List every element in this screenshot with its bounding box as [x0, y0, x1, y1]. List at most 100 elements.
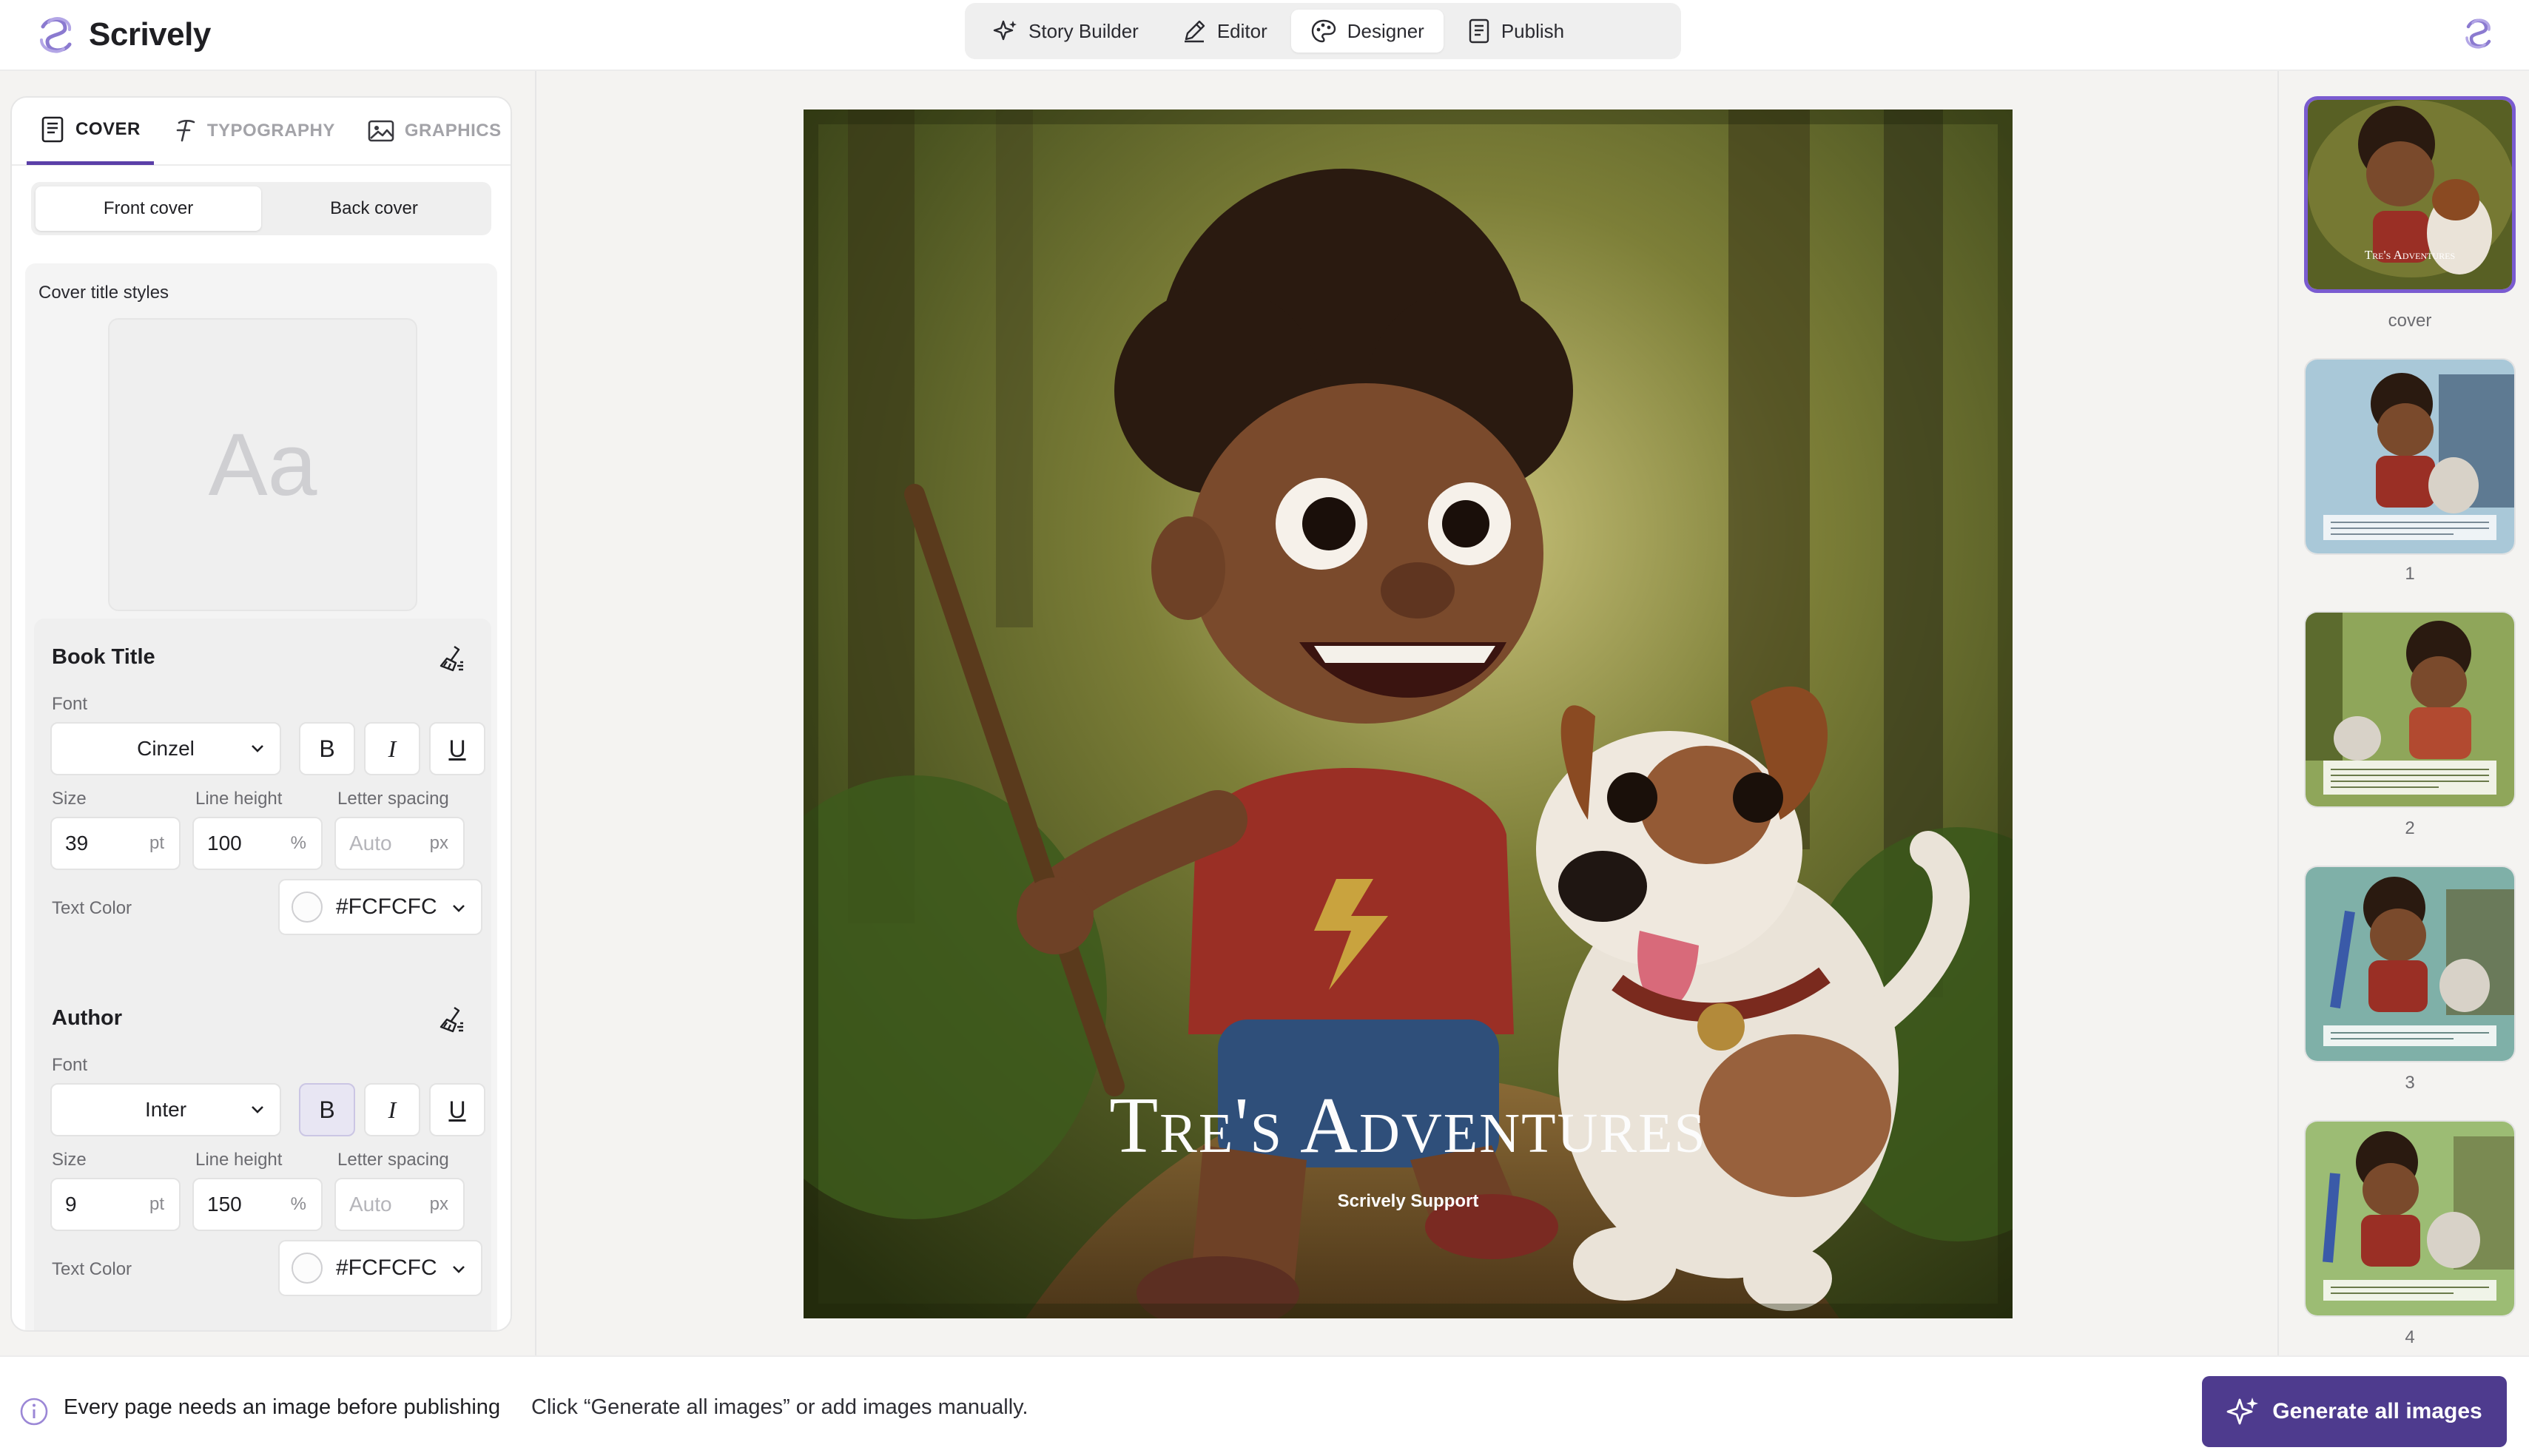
app-logo[interactable]: Scrively [33, 9, 211, 61]
size-label: Size [52, 1150, 87, 1170]
color-swatch [292, 892, 323, 923]
size-unit: pt [149, 1194, 164, 1214]
thumb-image [2306, 1122, 2514, 1315]
size-label: Size [52, 789, 87, 809]
letter-spacing-placeholder: Auto [349, 832, 392, 855]
letter-spacing-placeholder: Auto [349, 1193, 392, 1216]
back-cover-button[interactable]: Back cover [261, 186, 487, 231]
line-height-unit: % [290, 1194, 306, 1214]
cover-author[interactable]: Scrively Support [804, 1191, 2013, 1212]
font-select[interactable]: Inter [50, 1083, 281, 1136]
letter-spacing-input[interactable]: Auto px [334, 817, 465, 870]
page-label: 1 [2405, 564, 2415, 584]
author-heading: Author [52, 1006, 123, 1030]
italic-glyph: I [388, 735, 397, 762]
page-thumb-4[interactable] [2304, 1120, 2516, 1317]
line-height-unit: % [290, 833, 306, 853]
page-label: 3 [2405, 1073, 2415, 1093]
italic-button[interactable]: I [364, 1083, 420, 1136]
underline-glyph: U [448, 1096, 466, 1123]
chevron-down-icon [252, 1106, 263, 1113]
cover-title[interactable]: Tre's Adventures [804, 1080, 2013, 1172]
chevron-down-icon [453, 1266, 465, 1273]
app-name: Scrively [89, 16, 211, 53]
document-icon [1469, 18, 1489, 44]
generate-button-label: Generate all images [2272, 1399, 2482, 1423]
bottom-notice-bar: Every page needs an image before publish… [0, 1355, 2529, 1456]
author-card: Author Font Inter B I U Size Line height… [34, 980, 491, 1330]
thumb-image [2306, 613, 2514, 806]
tab-typography[interactable]: TYPOGRAPHY [160, 98, 348, 165]
thumb-cover-title: Tre's Adventures [2364, 248, 2456, 262]
color-swatch [292, 1253, 323, 1284]
font-select[interactable]: Cinzel [50, 722, 281, 775]
letter-spacing-label: Letter spacing [337, 1150, 449, 1170]
section-label: Cover title styles [38, 283, 169, 303]
nav-story-builder[interactable]: Story Builder [974, 10, 1158, 53]
nav-label: Publish [1501, 19, 1565, 42]
cover-side-toggle: Front cover Back cover [31, 182, 491, 235]
underline-button[interactable]: U [429, 1083, 485, 1136]
nav-publish[interactable]: Publish [1448, 10, 1583, 53]
cover-canvas[interactable]: Tre's Adventures Scrively Support [804, 109, 2013, 1318]
left-divider [535, 71, 536, 1355]
line-height-label: Line height [195, 789, 283, 809]
right-divider [2277, 71, 2279, 1355]
sparkle-icon [993, 20, 1017, 41]
size-value: 9 [65, 1193, 77, 1216]
page-thumb-3[interactable] [2304, 866, 2516, 1062]
line-height-label: Line height [195, 1150, 283, 1170]
main-nav: Story Builder Editor Designer Publish [965, 3, 1681, 59]
tab-label: TYPOGRAPHY [206, 121, 335, 141]
bold-button[interactable]: B [299, 1083, 355, 1136]
color-value: #FCFCFC [336, 1256, 437, 1280]
size-input[interactable]: 9 pt [50, 1178, 181, 1231]
tab-label: GRAPHICS [404, 121, 502, 141]
tab-graphics[interactable]: GRAPHICS [354, 98, 511, 165]
color-value: #FCFCFC [336, 894, 437, 919]
info-icon [20, 1398, 48, 1426]
text-color-picker[interactable]: #FCFCFC [278, 879, 482, 935]
cover-icon [41, 116, 64, 142]
book-title-heading: Book Title [52, 645, 155, 669]
scrively-mark-icon[interactable] [2459, 15, 2496, 52]
letter-spacing-input[interactable]: Auto px [334, 1178, 465, 1231]
underline-button[interactable]: U [429, 722, 485, 775]
nav-designer[interactable]: Designer [1290, 10, 1444, 53]
nav-label: Designer [1347, 19, 1424, 42]
bold-glyph: B [319, 1096, 335, 1123]
font-label: Font [52, 694, 88, 714]
palette-icon [1311, 19, 1336, 43]
line-height-input[interactable]: 100 % [192, 817, 323, 870]
font-value: Cinzel [137, 737, 195, 760]
clear-style-icon[interactable] [437, 1005, 466, 1034]
tab-label: COVER [75, 118, 141, 139]
size-input[interactable]: 39 pt [50, 817, 181, 870]
line-height-input[interactable]: 150 % [192, 1178, 323, 1231]
text-color-label: Text Color [52, 1259, 132, 1279]
page-label: 2 [2405, 818, 2415, 838]
text-color-picker[interactable]: #FCFCFC [278, 1240, 482, 1296]
italic-button[interactable]: I [364, 722, 420, 775]
front-cover-button[interactable]: Front cover [36, 186, 261, 231]
bold-glyph: B [319, 735, 335, 762]
nav-label: Editor [1216, 19, 1267, 42]
typography-icon [176, 119, 195, 142]
font-preview: Aa [108, 318, 417, 611]
notice-message: Every page needs an image before publish… [64, 1395, 501, 1419]
tab-cover[interactable]: COVER [27, 98, 154, 165]
letter-spacing-unit: px [429, 1194, 448, 1214]
bold-button[interactable]: B [299, 722, 355, 775]
top-header: Scrively Story Builder Editor Designer P… [0, 0, 2529, 71]
generate-all-images-button[interactable]: Generate all images [2202, 1376, 2507, 1447]
sparkle-icon [2226, 1398, 2259, 1425]
image-icon [368, 120, 394, 142]
nav-editor[interactable]: Editor [1162, 10, 1287, 53]
page-thumb-1[interactable] [2304, 358, 2516, 555]
clear-style-icon[interactable] [437, 644, 466, 673]
page-thumb-cover[interactable]: Tre's Adventures [2304, 96, 2516, 293]
notice-hint: Click “Generate all images” or add image… [531, 1395, 1028, 1419]
thumb-image [2306, 360, 2514, 553]
page-thumb-2[interactable] [2304, 611, 2516, 808]
underline-glyph: U [448, 735, 466, 762]
